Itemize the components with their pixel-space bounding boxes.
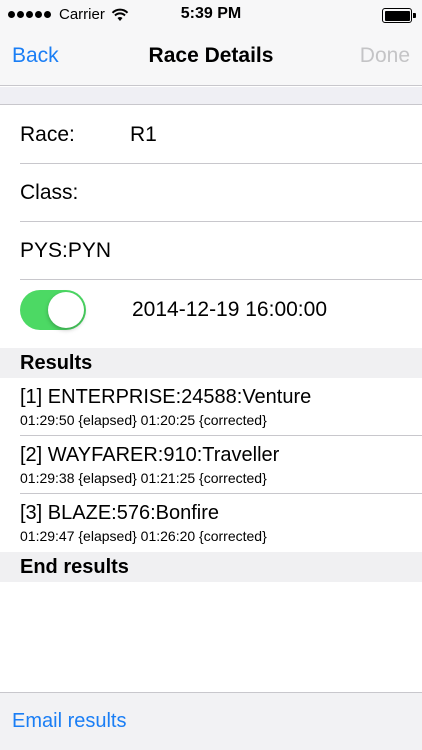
navigation-bar: Back Race Details Done bbox=[0, 30, 422, 86]
result-detail: 01:29:38 {elapsed} 01:21:25 {corrected} bbox=[20, 470, 267, 486]
class-row[interactable]: Class: bbox=[0, 164, 422, 222]
end-results-label: End results bbox=[20, 556, 129, 578]
end-results-section-header: End results bbox=[0, 552, 422, 582]
result-detail: 01:29:50 {elapsed} 01:20:25 {corrected} bbox=[20, 412, 267, 428]
page-title: Race Details bbox=[148, 44, 274, 67]
start-datetime[interactable]: 2014-12-19 16:00:00 bbox=[132, 298, 327, 322]
status-bar: Carrier 5:39 PM bbox=[0, 0, 422, 30]
race-value: R1 bbox=[130, 123, 157, 146]
section-spacer bbox=[0, 87, 422, 105]
result-row[interactable]: [3] BLAZE:576:Bonfire 01:29:47 {elapsed}… bbox=[0, 494, 422, 552]
results-section-header: Results bbox=[0, 348, 422, 378]
result-title: [2] WAYFARER:910:Traveller bbox=[20, 444, 280, 466]
result-title: [1] ENTERPRISE:24588:Venture bbox=[20, 386, 312, 408]
result-detail: 01:29:47 {elapsed} 01:26:20 {corrected} bbox=[20, 528, 267, 544]
result-row[interactable]: [1] ENTERPRISE:24588:Venture 01:29:50 {e… bbox=[0, 378, 422, 436]
toggle-knob bbox=[48, 292, 84, 328]
start-toggle-switch[interactable] bbox=[20, 290, 86, 330]
results-header-label: Results bbox=[20, 352, 93, 374]
race-label: Race: bbox=[20, 123, 75, 146]
email-results-button[interactable]: Email results bbox=[12, 710, 126, 733]
result-title: [3] BLAZE:576:Bonfire bbox=[20, 502, 220, 524]
race-row[interactable]: Race: R1 bbox=[0, 106, 422, 164]
bottom-toolbar: Email results bbox=[0, 692, 422, 750]
status-time: 5:39 PM bbox=[180, 5, 242, 22]
done-button[interactable]: Done bbox=[360, 44, 410, 68]
class-label: Class: bbox=[20, 181, 79, 204]
result-row[interactable]: [2] WAYFARER:910:Traveller 01:29:38 {ela… bbox=[0, 436, 422, 494]
pys-row[interactable]: PYS:PYN bbox=[0, 222, 422, 280]
pys-label: PYS:PYN bbox=[20, 239, 112, 262]
start-time-row: 2014-12-19 16:00:00 bbox=[0, 280, 422, 338]
battery-icon bbox=[382, 8, 416, 23]
